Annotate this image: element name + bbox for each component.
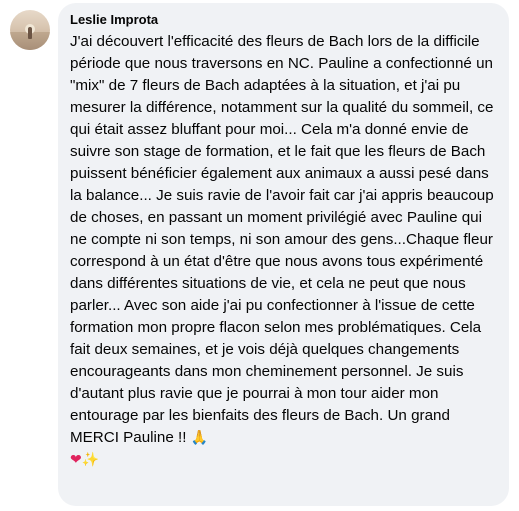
heart-icon: ❤	[70, 452, 82, 468]
comment-text-block: J'ai découvert l'efficacité des fleurs d…	[70, 31, 497, 471]
comment-text: J'ai découvert l'efficacité des fleurs d…	[70, 33, 498, 446]
avatar-figure	[28, 27, 32, 39]
sparkles-icon: ✨	[81, 452, 100, 468]
pray-icon: 🙏	[190, 430, 209, 446]
comment: Leslie Improta J'ai découvert l'efficaci…	[0, 0, 519, 511]
comment-bubble: Leslie Improta J'ai découvert l'efficaci…	[58, 3, 509, 506]
avatar[interactable]	[10, 10, 50, 50]
comment-author[interactable]: Leslie Improta	[70, 11, 497, 29]
